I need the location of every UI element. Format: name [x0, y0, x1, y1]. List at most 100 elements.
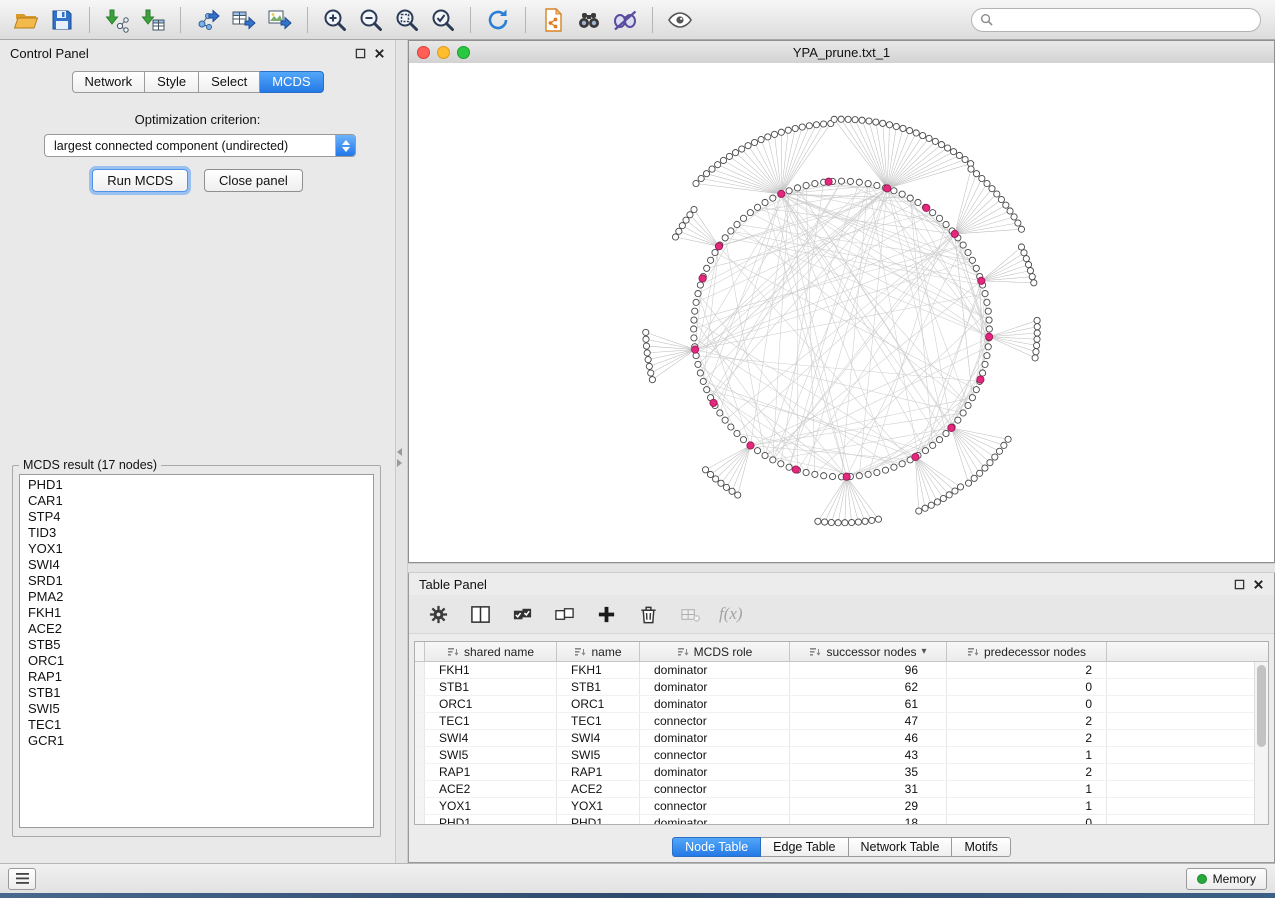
- table-cell[interactable]: 46: [790, 730, 947, 746]
- table-cell[interactable]: TEC1: [557, 713, 640, 729]
- table-row[interactable]: RAP1RAP1dominator352: [415, 764, 1268, 781]
- window-minimize-icon[interactable]: [437, 46, 450, 59]
- table-cell[interactable]: connector: [640, 713, 790, 729]
- mcds-result-item[interactable]: STB5: [20, 637, 373, 653]
- add-column-icon[interactable]: [593, 601, 619, 627]
- table-cell[interactable]: RAP1: [557, 764, 640, 780]
- export-network-icon[interactable]: [190, 4, 226, 36]
- mcds-result-item[interactable]: TEC1: [20, 717, 373, 733]
- mcds-result-item[interactable]: SWI4: [20, 557, 373, 573]
- table-row[interactable]: PHD1PHD1dominator180: [415, 815, 1268, 825]
- table-cell[interactable]: connector: [640, 798, 790, 814]
- zoom-out-icon[interactable]: [353, 4, 389, 36]
- zoom-fit-icon[interactable]: [389, 4, 425, 36]
- memory-button[interactable]: Memory: [1186, 868, 1267, 890]
- table-row[interactable]: SWI5SWI5connector431: [415, 747, 1268, 764]
- tab-network-table[interactable]: Network Table: [849, 837, 953, 857]
- table-row[interactable]: STB1STB1dominator620: [415, 679, 1268, 696]
- table-cell[interactable]: 18: [790, 815, 947, 825]
- table-cell[interactable]: PHD1: [425, 815, 557, 825]
- mcds-result-item[interactable]: FKH1: [20, 605, 373, 621]
- table-cell[interactable]: 96: [790, 662, 947, 678]
- table-cell[interactable]: ACE2: [557, 781, 640, 797]
- table-cell[interactable]: 0: [947, 679, 1107, 695]
- search-input[interactable]: [999, 12, 1252, 28]
- table-cell[interactable]: YOX1: [425, 798, 557, 814]
- table-cell[interactable]: FKH1: [425, 662, 557, 678]
- tab-network[interactable]: Network: [71, 71, 145, 93]
- vertical-splitter[interactable]: [396, 40, 408, 863]
- mcds-result-item[interactable]: ACE2: [20, 621, 373, 637]
- table-cell[interactable]: SWI5: [557, 747, 640, 763]
- search-box[interactable]: [971, 8, 1261, 32]
- column-header-mcds-role[interactable]: MCDS role: [640, 642, 790, 661]
- export-image-icon[interactable]: [262, 4, 298, 36]
- table-cell[interactable]: ORC1: [557, 696, 640, 712]
- import-table-icon[interactable]: [135, 4, 171, 36]
- column-header-successor-nodes[interactable]: successor nodes ▾: [790, 642, 947, 661]
- table-cell[interactable]: SWI4: [557, 730, 640, 746]
- table-cell[interactable]: dominator: [640, 815, 790, 825]
- open-folder-icon[interactable]: [8, 4, 44, 36]
- tab-select[interactable]: Select: [199, 71, 260, 93]
- zoom-selected-icon[interactable]: [425, 4, 461, 36]
- float-panel-icon[interactable]: [355, 48, 366, 59]
- column-header-shared-name[interactable]: shared name: [425, 642, 557, 661]
- scrollbar-thumb[interactable]: [1257, 665, 1266, 747]
- table-cell[interactable]: connector: [640, 781, 790, 797]
- table-row[interactable]: SWI4SWI4dominator462: [415, 730, 1268, 747]
- close-panel-icon[interactable]: [374, 48, 385, 59]
- show-columns-icon[interactable]: [467, 601, 493, 627]
- table-cell[interactable]: 2: [947, 764, 1107, 780]
- table-row[interactable]: ORC1ORC1dominator610: [415, 696, 1268, 713]
- glasses-icon[interactable]: [607, 4, 643, 36]
- table-cell[interactable]: 61: [790, 696, 947, 712]
- column-header-predecessor-nodes[interactable]: predecessor nodes: [947, 642, 1107, 661]
- table-cell[interactable]: ORC1: [425, 696, 557, 712]
- mcds-result-item[interactable]: SRD1: [20, 573, 373, 589]
- mcds-result-list[interactable]: PHD1CAR1STP4TID3YOX1SWI4SRD1PMA2FKH1ACE2…: [19, 474, 374, 828]
- table-cell[interactable]: 2: [947, 730, 1107, 746]
- table-cell[interactable]: FKH1: [557, 662, 640, 678]
- table-cell[interactable]: PHD1: [557, 815, 640, 825]
- table-cell[interactable]: 2: [947, 713, 1107, 729]
- export-table-icon[interactable]: [226, 4, 262, 36]
- criterion-dropdown[interactable]: largest connected component (undirected): [44, 134, 356, 157]
- mcds-result-item[interactable]: STP4: [20, 509, 373, 525]
- table-cell[interactable]: SWI5: [425, 747, 557, 763]
- table-cell[interactable]: 0: [947, 815, 1107, 825]
- table-cell[interactable]: 43: [790, 747, 947, 763]
- mcds-result-item[interactable]: STB1: [20, 685, 373, 701]
- status-menu-button[interactable]: [8, 868, 36, 890]
- horizontal-splitter[interactable]: [408, 563, 1275, 573]
- table-settings-gear-icon[interactable]: [425, 601, 451, 627]
- table-cell[interactable]: 47: [790, 713, 947, 729]
- zoom-in-icon[interactable]: [317, 4, 353, 36]
- import-network-icon[interactable]: [99, 4, 135, 36]
- network-titlebar[interactable]: YPA_prune.txt_1: [409, 41, 1274, 64]
- table-cell[interactable]: SWI4: [425, 730, 557, 746]
- table-cell[interactable]: 1: [947, 781, 1107, 797]
- network-canvas[interactable]: [409, 63, 1274, 562]
- table-cell[interactable]: dominator: [640, 696, 790, 712]
- table-cell[interactable]: 2: [947, 662, 1107, 678]
- find-binoculars-icon[interactable]: [571, 4, 607, 36]
- close-panel-button[interactable]: Close panel: [204, 169, 303, 192]
- table-cell[interactable]: ACE2: [425, 781, 557, 797]
- window-zoom-icon[interactable]: [457, 46, 470, 59]
- table-cell[interactable]: 35: [790, 764, 947, 780]
- table-cell[interactable]: STB1: [425, 679, 557, 695]
- table-cell[interactable]: dominator: [640, 730, 790, 746]
- table-scrollbar[interactable]: [1254, 662, 1268, 824]
- tab-edge-table[interactable]: Edge Table: [761, 837, 848, 857]
- tab-motifs[interactable]: Motifs: [952, 837, 1010, 857]
- table-cell[interactable]: 29: [790, 798, 947, 814]
- table-cell[interactable]: 1: [947, 798, 1107, 814]
- table-cell[interactable]: YOX1: [557, 798, 640, 814]
- select-all-icon[interactable]: [509, 601, 535, 627]
- table-row[interactable]: FKH1FKH1dominator962: [415, 662, 1268, 679]
- table-row[interactable]: ACE2ACE2connector311: [415, 781, 1268, 798]
- table-cell[interactable]: dominator: [640, 679, 790, 695]
- splitter-grip-icon[interactable]: [397, 448, 402, 467]
- network-graph[interactable]: [409, 63, 1274, 562]
